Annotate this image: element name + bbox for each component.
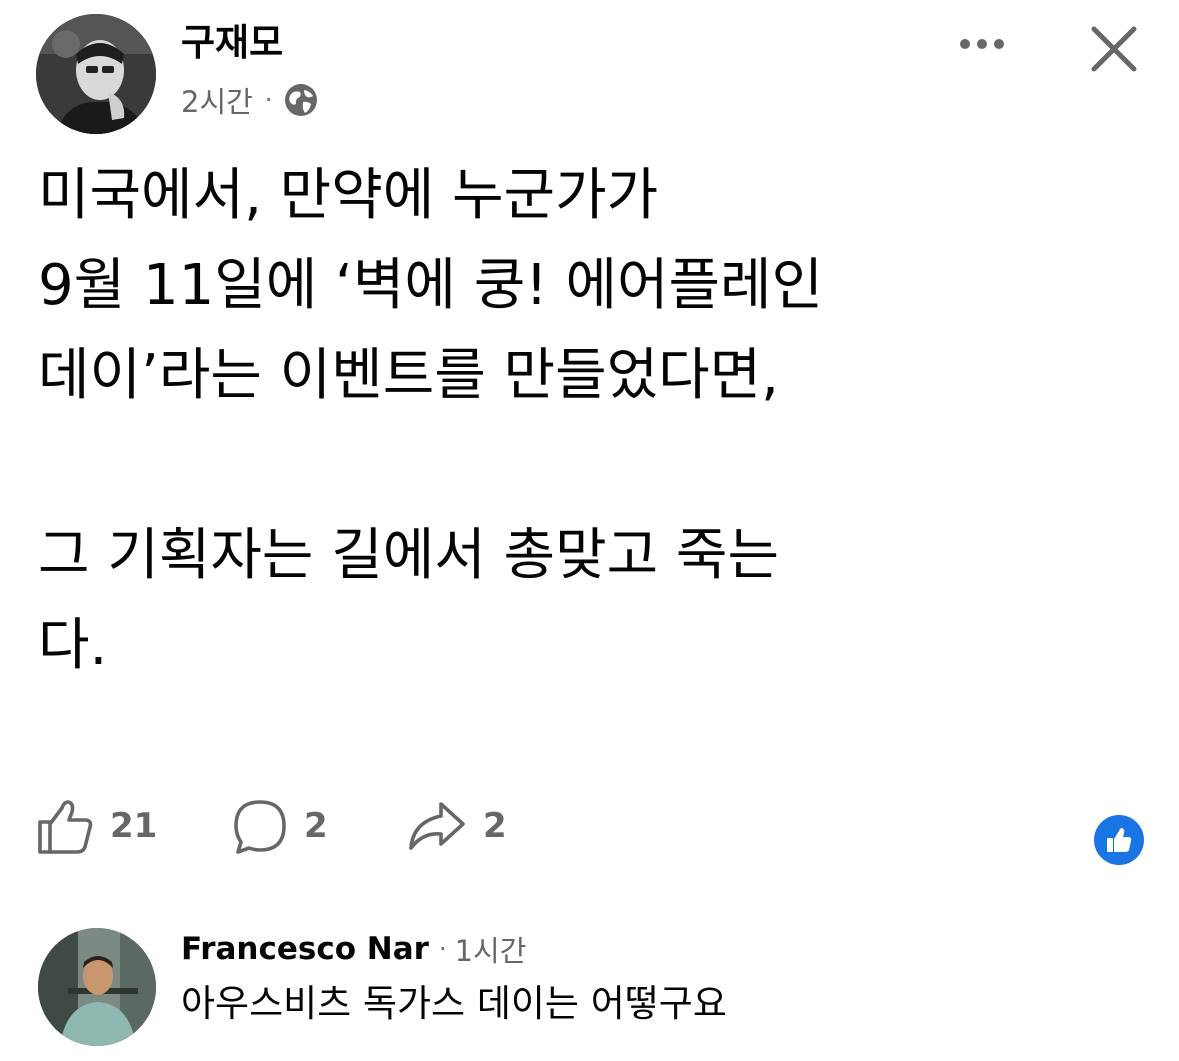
comment-separator: · bbox=[438, 935, 447, 963]
comment-timestamp: 1시간 bbox=[454, 934, 527, 968]
commenter-avatar-image bbox=[38, 928, 156, 1046]
meta-separator: · bbox=[264, 86, 273, 114]
like-button[interactable]: 21 bbox=[36, 795, 157, 857]
commenter-avatar[interactable] bbox=[38, 928, 156, 1046]
author-avatar-image bbox=[36, 14, 156, 134]
post-author-name[interactable]: 구재모 bbox=[181, 21, 283, 65]
comment-header: Francesco Nar · 1시간 bbox=[181, 927, 526, 971]
comment-count: 2 bbox=[304, 806, 328, 846]
share-arrow-icon bbox=[409, 802, 465, 850]
close-icon bbox=[1091, 26, 1137, 72]
share-count: 2 bbox=[483, 806, 507, 846]
post-timestamp[interactable]: 2시간 bbox=[181, 79, 253, 121]
post-meta: 2시간 · bbox=[181, 80, 319, 120]
thumbs-up-reaction-icon bbox=[1107, 828, 1132, 852]
comment-author-name[interactable]: Francesco Nar bbox=[181, 931, 429, 967]
more-options-button[interactable] bbox=[952, 24, 1012, 64]
thumbs-up-icon bbox=[38, 800, 93, 854]
globe-icon bbox=[285, 84, 318, 116]
comment-button[interactable]: 2 bbox=[230, 795, 328, 857]
reaction-badge[interactable] bbox=[1094, 815, 1144, 865]
comment-bubble-icon bbox=[234, 800, 286, 854]
author-avatar[interactable] bbox=[36, 14, 156, 134]
comment-text: 아우스비츠 독가스 데이는 어떻구요 bbox=[181, 982, 727, 1025]
share-button[interactable]: 2 bbox=[405, 795, 507, 857]
like-count: 21 bbox=[110, 806, 158, 846]
close-button[interactable] bbox=[1084, 19, 1144, 79]
post-text: 미국에서, 만약에 누군가가 9월 11일에 ‘벽에 쿵! 에어플레인 데이’라… bbox=[38, 163, 824, 678]
more-options-icon bbox=[960, 39, 1004, 49]
